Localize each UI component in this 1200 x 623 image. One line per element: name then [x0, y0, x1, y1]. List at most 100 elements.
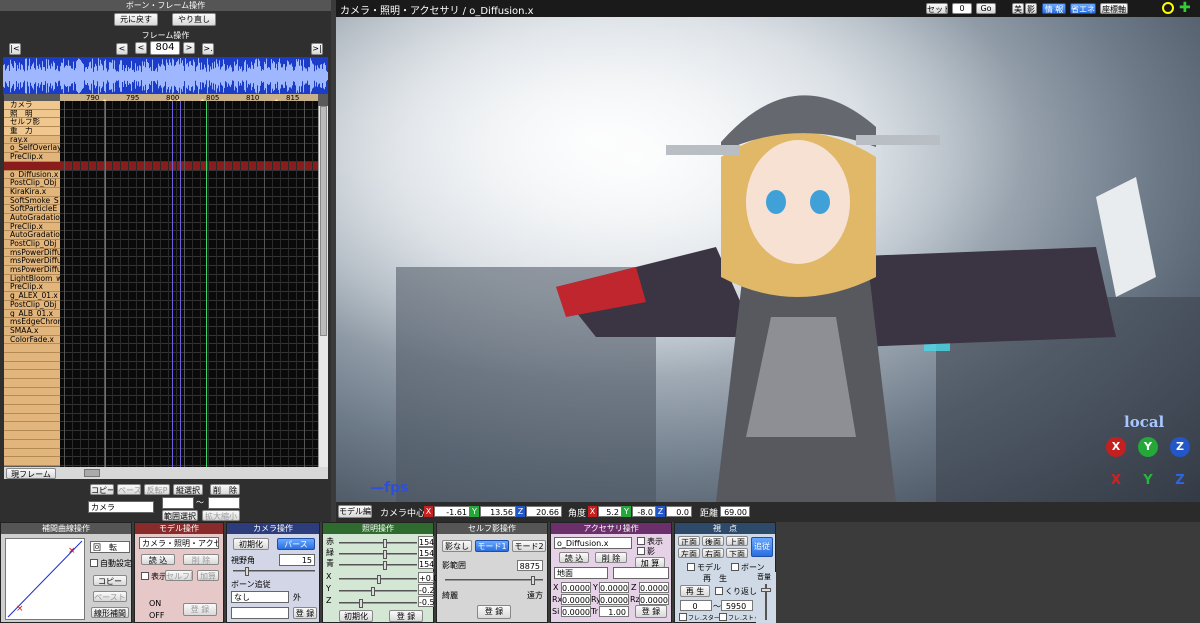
track-name[interactable]: msPowerDiffu [4, 257, 60, 267]
view-right-button[interactable]: 右面 [702, 548, 724, 558]
track-name[interactable] [4, 352, 60, 362]
track-name[interactable] [4, 370, 60, 379]
delete-frame-button[interactable]: 削 除 [210, 484, 240, 495]
last-frame-button[interactable]: >| [311, 43, 323, 55]
light-z-knob[interactable] [359, 599, 363, 608]
accessory-select[interactable]: o_Diffusion.x [554, 537, 632, 549]
light-g-slider[interactable] [339, 550, 417, 559]
gizmo-move-x-icon[interactable]: X [1106, 471, 1126, 491]
light-x-value[interactable]: +0.0 [418, 572, 438, 583]
accessory-display-checkbox[interactable] [637, 537, 645, 545]
first-frame-button[interactable]: |< [9, 43, 21, 55]
frame-stop-checkbox[interactable] [719, 613, 727, 621]
shadow-range-knob[interactable] [531, 576, 535, 585]
view-front-button[interactable]: 正面 [678, 536, 700, 546]
gizmo-rot-y-icon[interactable]: Y [1138, 437, 1158, 457]
next-key-button[interactable]: >. [202, 43, 214, 55]
shadow-none-button[interactable]: 影なし [442, 540, 472, 552]
reverse-paste-button[interactable]: 反転P [144, 484, 170, 495]
accessory-shadow-checkbox[interactable] [637, 547, 645, 555]
info-button[interactable]: 情 報 [1042, 3, 1066, 14]
move-icon[interactable]: ✚ [1179, 1, 1191, 15]
acc-x-value[interactable]: 0.0000 [561, 582, 591, 593]
track-name[interactable] [4, 379, 60, 388]
track-name[interactable]: PreClip.x [4, 222, 60, 232]
distance-value[interactable]: 69.00 [720, 506, 750, 517]
3d-viewport[interactable]: カメラ・照明・アクセサリ / o_Diffusion.x セット 0 Go 美 … [336, 0, 1200, 502]
redo-button[interactable]: やり直し [172, 13, 216, 26]
play-button[interactable]: 再 生 [680, 585, 710, 597]
paste-button[interactable]: ペースト [117, 484, 141, 495]
angle-y[interactable]: -8.0 [632, 506, 656, 517]
shadow-register-button[interactable]: 登 録 [477, 605, 511, 619]
vertical-select-button[interactable]: 縦選択 [173, 484, 203, 495]
play-from-input[interactable]: 0 [680, 600, 712, 611]
model-load-button[interactable]: 読 込 [141, 554, 175, 565]
track-name[interactable] [4, 344, 60, 353]
expand-shrink-button[interactable]: 拡大縮小 [202, 510, 240, 521]
model-edit-button[interactable]: モデル編 [338, 505, 372, 518]
target-select[interactable]: カメラ [88, 501, 154, 513]
track-name[interactable] [4, 439, 60, 449]
track-name[interactable]: ray.x [4, 135, 60, 145]
bone-follow-select[interactable]: なし [231, 591, 289, 603]
timeline-hscroll[interactable]: 現フレーム [4, 467, 328, 479]
track-name[interactable]: 照 明 [4, 109, 60, 119]
acc-tr-value[interactable]: 1.00 [599, 606, 629, 617]
track-name[interactable]: SMAA.x [4, 326, 60, 336]
track-name[interactable] [4, 396, 60, 406]
shadow-mode2-button[interactable]: モード2 [512, 540, 546, 552]
acc-z-value[interactable]: 0.0000 [639, 582, 669, 593]
track-name[interactable]: セルフ影 [4, 118, 60, 128]
track-name[interactable] [4, 161, 60, 171]
eco-button[interactable]: 省エネ [1070, 3, 1096, 14]
camera-center-z[interactable]: 20.66 [526, 506, 562, 517]
model-add-button[interactable]: 加算 [197, 570, 219, 581]
model-self-shadow-button[interactable]: セルフ影 [165, 570, 193, 581]
light-z-slider[interactable] [339, 599, 417, 608]
view-model-checkbox[interactable] [687, 563, 695, 571]
acc-si-value[interactable]: 0.0000 [561, 606, 591, 617]
perspective-button[interactable]: パース [277, 538, 315, 550]
track-name[interactable]: SoftSmoke_S [4, 196, 60, 206]
go-button[interactable]: Go [976, 3, 996, 14]
light-z-value[interactable]: -0.5 [418, 596, 435, 607]
keyframe-grid[interactable] [60, 101, 318, 467]
view-follow-button[interactable]: 追従 [751, 537, 773, 557]
track-name[interactable]: 重 力 [4, 127, 60, 136]
track-name[interactable]: PostClip_Obj [4, 240, 60, 249]
track-name[interactable] [4, 448, 60, 458]
light-r-value[interactable]: 154 [418, 536, 434, 547]
zoom-icon[interactable] [1162, 2, 1174, 14]
view-top-button[interactable]: 上面 [726, 536, 748, 546]
interp-curve-editor[interactable]: × × [5, 538, 85, 620]
gizmo-rot-z-icon[interactable]: Z [1170, 437, 1190, 457]
acc-rx-value[interactable]: 0.0000 [561, 594, 591, 605]
interp-copy-button[interactable]: コピー [93, 575, 127, 586]
next-frame-button[interactable]: > [183, 42, 195, 54]
track-name[interactable]: msEdgeChrom [4, 318, 60, 327]
volume-knob[interactable] [761, 588, 771, 592]
light-y-slider[interactable] [339, 587, 417, 596]
shadow-mode1-button[interactable]: モード1 [475, 540, 509, 552]
acc-ry-value[interactable]: 0.0000 [599, 594, 629, 605]
current-frame-line[interactable] [206, 101, 207, 467]
accessory-bone-select[interactable] [613, 567, 669, 579]
bone-follow-sub-select[interactable] [231, 607, 289, 619]
track-name[interactable]: PreClip.x [4, 153, 60, 162]
track-name[interactable] [4, 413, 60, 423]
track-name[interactable]: PreClip.x [4, 283, 60, 293]
acc-rz-value[interactable]: 0.0000 [639, 594, 669, 605]
current-frame-button[interactable]: 現フレーム [6, 468, 56, 479]
track-name[interactable]: g_ALB_01.x [4, 309, 60, 319]
view-back-button[interactable]: 後面 [702, 536, 724, 546]
light-g-knob[interactable] [383, 550, 387, 559]
track-name[interactable]: AutoGradatio [4, 231, 60, 240]
angle-x[interactable]: 5.2 [598, 506, 622, 517]
audio-waveform[interactable] [3, 57, 328, 95]
view-bottom-button[interactable]: 下面 [726, 548, 748, 558]
hscroll-thumb[interactable] [84, 469, 100, 477]
bi-button[interactable]: 美 [1012, 3, 1024, 14]
prev-frame-button[interactable]: < [135, 42, 147, 54]
light-b-knob[interactable] [383, 561, 387, 570]
